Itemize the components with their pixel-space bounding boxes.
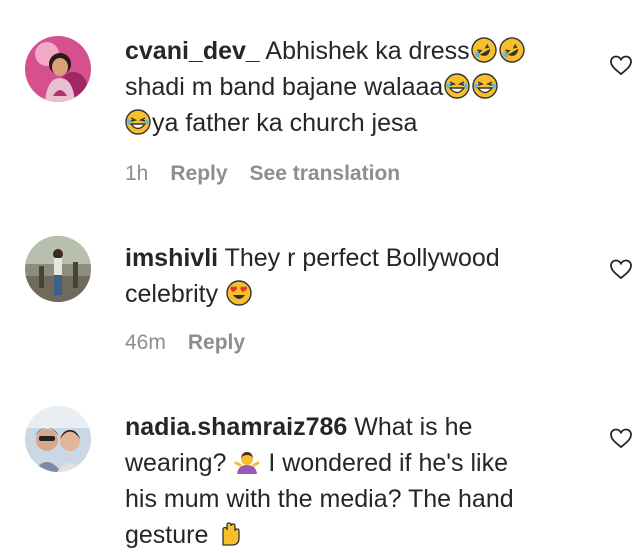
comment-text: ya father ka church jesa [152, 109, 418, 137]
reply-button[interactable]: Reply [188, 331, 245, 354]
comment-timestamp[interactable]: 1h [125, 162, 148, 185]
comment-text: his mum with the media? The hand [125, 485, 514, 513]
comment-text: celebrity [125, 280, 219, 308]
heart-icon[interactable] [609, 426, 633, 450]
heart-icon[interactable] [609, 53, 633, 77]
raised-hand-icon [222, 522, 240, 546]
comment-username[interactable]: nadia.shamraiz786 [125, 413, 347, 441]
avatar[interactable] [25, 36, 91, 102]
comment-meta: 46m Reply [125, 329, 267, 357]
grinning-squinting-icon [472, 73, 498, 99]
comment-timestamp[interactable]: 46m [125, 331, 166, 354]
comment-text: shadi m band bajane walaaa [125, 73, 444, 101]
person-shrugging-icon [234, 452, 260, 474]
heart-eyes-icon [226, 280, 252, 306]
comment-body: cvani_dev_ Abhishek ka dress shadi m ban… [125, 33, 575, 141]
grinning-squinting-icon [125, 109, 151, 135]
comment-text: They r perfect Bollywood [224, 244, 500, 272]
avatar[interactable] [25, 236, 91, 302]
comment-text: wearing? [125, 449, 227, 477]
comment-text: I wondered if he's like [268, 449, 508, 477]
comment-text: What is he [354, 413, 473, 441]
rolling-on-floor-laughing-icon [498, 37, 525, 63]
comment-text: Abhishek ka dress [265, 37, 470, 65]
reply-button[interactable]: Reply [170, 162, 227, 185]
comment-username[interactable]: imshivli [125, 244, 218, 272]
comment-body: nadia.shamraiz786 What is he wearing? I … [125, 409, 575, 553]
rolling-on-floor-laughing-icon [470, 37, 497, 63]
comment-meta: 1h Reply See translation [125, 160, 422, 188]
comment-body: imshivli They r perfect Bollywood celebr… [125, 240, 575, 312]
heart-icon[interactable] [609, 257, 633, 281]
comment-username[interactable]: cvani_dev_ [125, 37, 260, 65]
avatar[interactable] [25, 406, 91, 472]
grinning-squinting-icon [444, 73, 470, 99]
comment-text: gesture [125, 521, 209, 549]
see-translation-button[interactable]: See translation [250, 162, 401, 185]
